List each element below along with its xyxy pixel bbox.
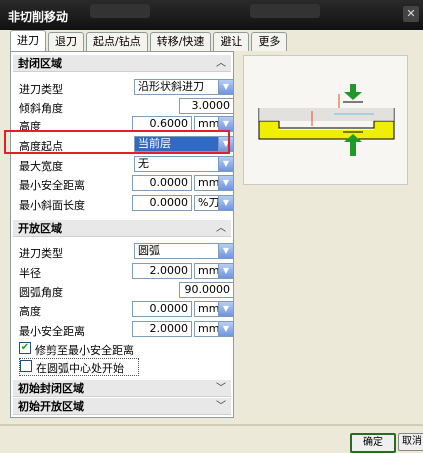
open-min-safe-label: 最小安全距离 [19,325,85,338]
settings-panel: 封闭区域 ︿ 进刀类型 沿形状斜进刀 ▼ 倾斜角度 3.0000 高度 0.60… [10,51,234,418]
closed-min-safe-unit-select[interactable]: mm ▼ [194,175,234,191]
initial-open-title: 初始开放区域 [18,400,84,413]
open-height-unit: mm [198,302,220,315]
chevron-down-icon: ﹀ [216,401,226,412]
closed-min-safe-input[interactable]: 0.0000 [132,175,192,191]
checkbox-empty-icon [20,360,32,372]
open-entry-type-value: 圆弧 [138,244,160,257]
closed-height-unit: mm [198,117,220,130]
min-ramp-row: 最小斜面长度 0.0000 %刀具 ▼ [19,195,234,213]
chevron-down-icon: ▼ [218,176,233,190]
chevron-down-icon: ▼ [218,322,233,336]
ramp-angle-input[interactable]: 3.0000 [179,98,234,114]
closed-ramp-angle-row: 倾斜角度 3.0000 [19,98,234,116]
radius-row: 半径 2.0000 mm ▼ [19,263,234,281]
radius-input[interactable]: 2.0000 [132,263,192,279]
closed-entry-type-label: 进刀类型 [19,83,63,96]
entry-diagram-svg [258,84,395,156]
open-height-input[interactable]: 0.0000 [132,301,192,317]
titlebar-blank [90,4,150,18]
open-area-header[interactable]: 开放区域 ︿ [13,220,231,237]
cancel-button[interactable]: 取消 [398,433,423,451]
open-min-safe-input[interactable]: 2.0000 [132,321,192,337]
window-title: 非切削移动 [8,10,69,24]
open-area-title: 开放区域 [18,222,62,235]
closed-entry-type-value: 沿形状斜进刀 [138,80,204,93]
radius-unit: mm [198,264,220,277]
tab-exit[interactable]: 退刀 [48,32,84,51]
radius-unit-select[interactable]: mm ▼ [194,263,234,279]
ramp-angle-label: 倾斜角度 [19,102,63,115]
chevron-down-icon: ▼ [218,117,233,131]
chevron-up-icon: ︿ [216,58,226,69]
arrow-down-icon [344,84,362,100]
tab-bar: 进刀 退刀 起点/钻点 转移/快速 避让 更多 [10,30,289,52]
open-entry-type-label: 进刀类型 [19,247,63,260]
open-height-unit-select[interactable]: mm ▼ [194,301,234,317]
open-entry-type-row: 进刀类型 圆弧 ▼ [19,243,234,261]
initial-closed-title: 初始封闭区域 [18,382,84,395]
tab-start-point[interactable]: 起点/钻点 [86,32,148,51]
chevron-up-icon: ︿ [216,223,226,234]
tab-more[interactable]: 更多 [251,32,288,51]
chevron-down-icon: ▼ [218,80,233,94]
start-at-arc-center-checkbox[interactable]: 在圆弧中心处开始 [19,358,139,376]
preview-diagram [243,55,408,185]
titlebar-blank-2 [250,4,320,18]
chevron-down-icon: ▼ [218,196,233,210]
min-ramp-unit-select[interactable]: %刀具 ▼ [194,195,234,211]
open-height-label: 高度 [19,305,41,318]
chevron-down-icon: ▼ [218,157,233,171]
chevron-down-icon: ﹀ [216,383,226,394]
open-entry-type-select[interactable]: 圆弧 ▼ [134,243,234,259]
open-min-safe-row: 最小安全距离 2.0000 mm ▼ [19,321,234,339]
tab-entry[interactable]: 进刀 [10,30,46,51]
arc-angle-input[interactable]: 90.0000 [179,282,234,298]
chevron-down-icon: ▼ [218,244,233,258]
highlight-box [4,130,230,154]
start-at-arc-center-label: 在圆弧中心处开始 [36,362,124,375]
max-width-select[interactable]: 无 ▼ [134,156,234,172]
bottom-divider [0,424,423,426]
max-width-label: 最大宽度 [19,160,63,173]
arc-angle-label: 圆弧角度 [19,286,63,299]
chevron-down-icon: ▼ [218,302,233,316]
arc-angle-row: 圆弧角度 90.0000 [19,282,234,300]
closed-entry-type-row: 进刀类型 沿形状斜进刀 ▼ [19,79,234,97]
title-bar: 非切削移动 ✕ [0,0,423,30]
trim-min-safe-label: 修剪至最小安全距离 [35,344,134,357]
initial-open-header[interactable]: 初始开放区域 ﹀ [13,398,231,415]
closed-entry-type-select[interactable]: 沿形状斜进刀 ▼ [134,79,234,95]
initial-closed-header[interactable]: 初始封闭区域 ﹀ [13,380,231,397]
chevron-down-icon: ▼ [218,264,233,278]
open-min-safe-unit: mm [198,322,220,335]
closed-min-safe-label: 最小安全距离 [19,179,85,192]
checkmark-icon: ✔ [19,342,31,354]
max-width-value: 无 [138,157,149,170]
tab-avoid[interactable]: 避让 [213,32,250,51]
closed-area-header[interactable]: 封闭区域 ︿ [13,55,231,72]
closed-min-safe-unit: mm [198,176,220,189]
closed-area-title: 封闭区域 [18,57,62,70]
min-ramp-input[interactable]: 0.0000 [132,195,192,211]
ok-button[interactable]: 确定 [350,433,396,453]
radius-label: 半径 [19,267,41,280]
closed-min-safe-row: 最小安全距离 0.0000 mm ▼ [19,175,234,193]
max-width-row: 最大宽度 无 ▼ [19,156,234,174]
min-ramp-label: 最小斜面长度 [19,199,85,212]
close-icon[interactable]: ✕ [403,6,419,22]
open-height-row: 高度 0.0000 mm ▼ [19,301,234,319]
open-min-safe-unit-select[interactable]: mm ▼ [194,321,234,337]
tab-transfer[interactable]: 转移/快速 [149,32,212,51]
